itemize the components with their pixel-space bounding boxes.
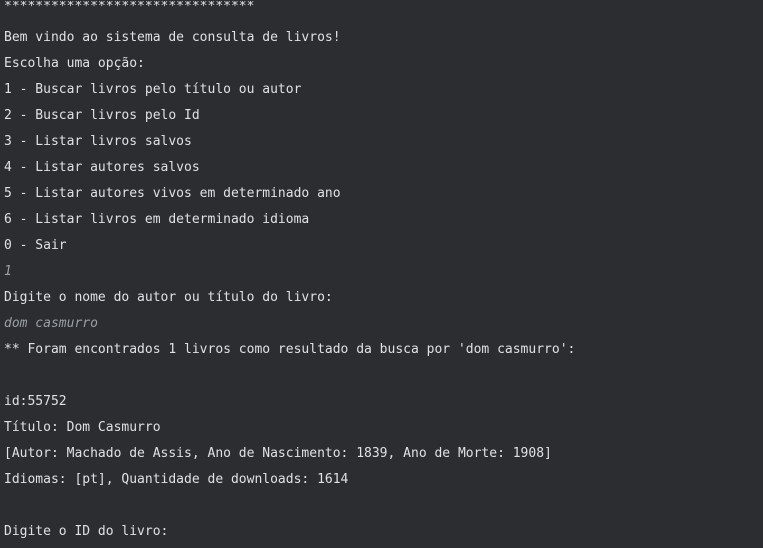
menu-prompt: Escolha uma opção: xyxy=(4,56,145,71)
book-author: [Autor: Machado de Assis, Ano de Nascime… xyxy=(4,446,552,461)
user-input-option: 1 xyxy=(4,264,12,279)
menu-option-3: 3 - Listar livros salvos xyxy=(4,134,192,149)
separator-line: ******************************** xyxy=(4,1,255,13)
book-languages-downloads: Idiomas: [pt], Quantidade de downloads: … xyxy=(4,472,349,487)
menu-option-2: 2 - Buscar livros pelo Id xyxy=(4,108,200,123)
id-prompt[interactable]: Digite o ID do livro: xyxy=(4,519,763,545)
menu-option-1: 1 - Buscar livros pelo título ou autor xyxy=(4,82,302,97)
book-title: Título: Dom Casmurro xyxy=(4,420,161,435)
menu-option-4: 4 - Listar autores salvos xyxy=(4,160,200,175)
menu-option-6: 6 - Listar livros em determinado idioma xyxy=(4,212,310,227)
menu-option-0: 0 - Sair xyxy=(4,238,67,253)
search-prompt: Digite o nome do autor ou título do livr… xyxy=(4,290,333,305)
search-result-summary: ** Foram encontrados 1 livros como resul… xyxy=(4,342,576,357)
menu-option-5: 5 - Listar autores vivos em determinado … xyxy=(4,186,341,201)
welcome-message: Bem vindo ao sistema de consulta de livr… xyxy=(4,30,341,45)
console-output: ******************************** Bem vin… xyxy=(0,1,763,548)
book-id: id:55752 xyxy=(4,394,67,409)
user-input-search: dom casmurro xyxy=(4,316,98,331)
